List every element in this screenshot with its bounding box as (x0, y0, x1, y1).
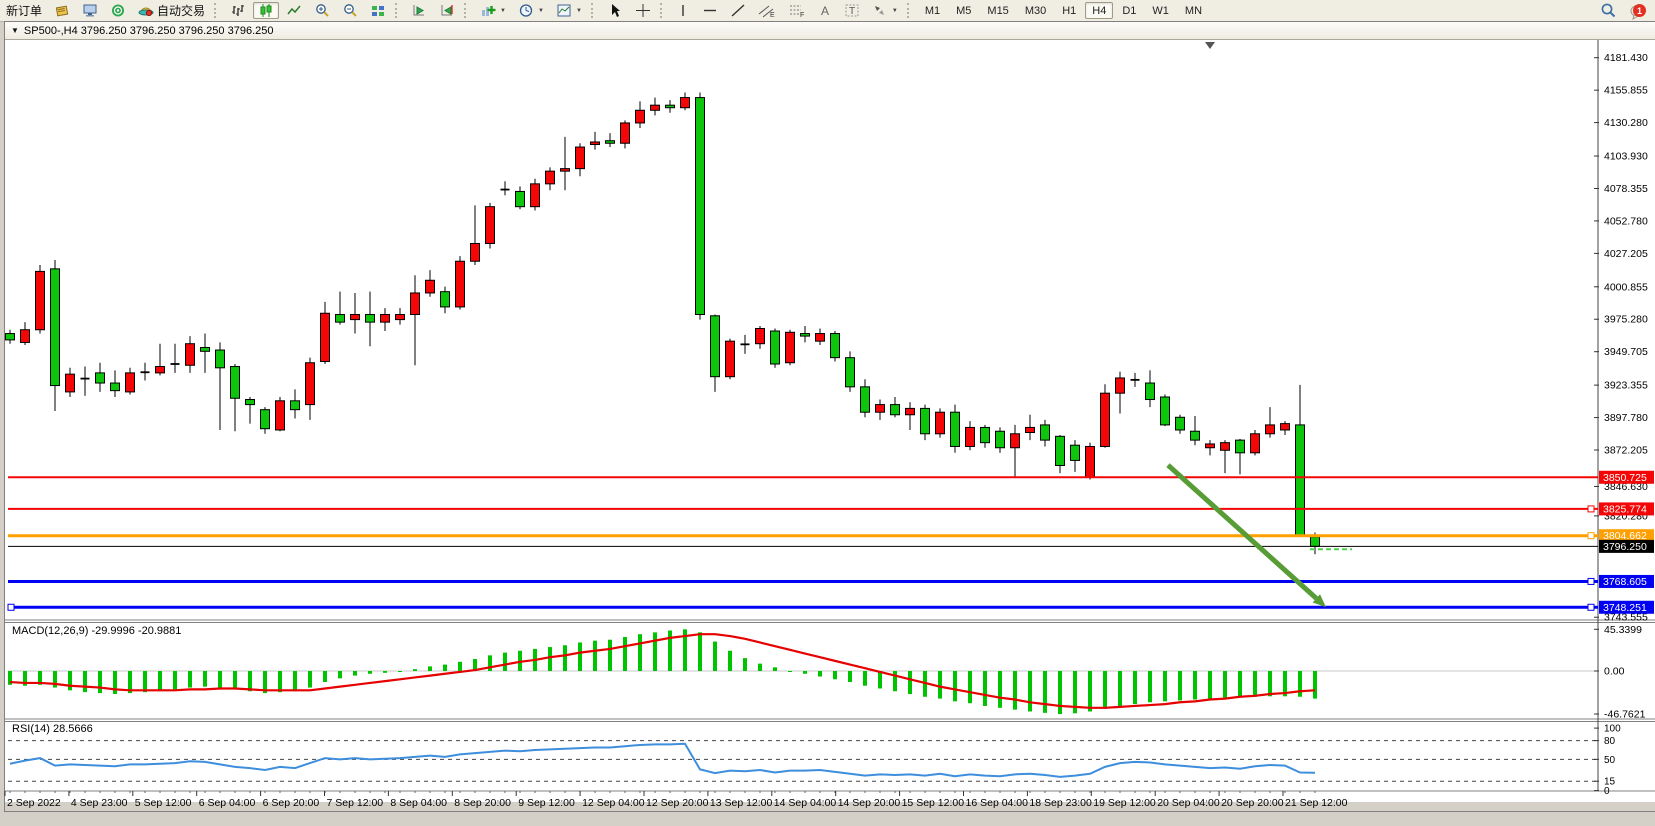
horizontal-line-button[interactable] (697, 2, 723, 19)
bar-chart-icon (230, 3, 246, 18)
template-chart-icon (556, 3, 572, 18)
timeframe-D1[interactable]: D1 (1115, 2, 1143, 19)
window-bottom-strip (5, 802, 1655, 811)
horizontal-line-icon (702, 3, 718, 18)
crosshair-button[interactable] (630, 2, 656, 19)
orders-icon-button[interactable] (49, 2, 75, 19)
chart-shift-icon (439, 3, 455, 18)
timeframe-MN[interactable]: MN (1178, 2, 1209, 19)
auto-trading-button[interactable]: 自动交易 (133, 2, 210, 19)
equidistant-channel-button[interactable]: E (753, 2, 781, 19)
cursor-button[interactable] (602, 2, 628, 19)
chevron-down-icon: ▼ (892, 8, 898, 14)
trendline-icon (730, 3, 746, 18)
candlestick-chart-button[interactable] (253, 2, 279, 19)
vertical-line-icon (676, 3, 690, 18)
timeframe-H1[interactable]: H1 (1055, 2, 1083, 19)
crosshair-icon (635, 3, 651, 18)
vertical-line-button[interactable] (671, 2, 695, 19)
chart-title: SP500-,H4 3796.250 3796.250 3796.250 379… (24, 25, 274, 37)
search-button[interactable] (1594, 2, 1622, 19)
chevron-down-icon: ▼ (576, 8, 582, 14)
collapse-triangle-icon[interactable]: ▼ (11, 26, 19, 35)
new-order-label: 新订单 (6, 2, 42, 19)
fibonacci-icon: F (788, 3, 806, 18)
zoom-in-button[interactable] (309, 2, 335, 19)
bar-chart-button[interactable] (225, 2, 251, 19)
expert-advisor-icon (138, 3, 154, 18)
timeframe-M30[interactable]: M30 (1018, 2, 1053, 19)
line-chart-icon (286, 3, 302, 18)
svg-text:F: F (800, 12, 804, 18)
tile-windows-icon (370, 3, 386, 18)
search-icon (1599, 2, 1617, 19)
toolbar-grip (660, 3, 667, 18)
svg-text:A: A (821, 4, 829, 18)
indicators-plus-icon (480, 3, 496, 18)
text-button[interactable]: A (813, 2, 837, 19)
zoom-out-icon (342, 3, 358, 18)
arrows-shapes-icon (872, 3, 888, 18)
auto-scroll-icon (411, 3, 427, 18)
text-a-icon: A (818, 3, 832, 18)
terminal-icon-button[interactable] (77, 2, 103, 19)
timeframe-M1[interactable]: M1 (918, 2, 947, 19)
trendline-button[interactable] (725, 2, 751, 19)
cursor-arrow-icon (607, 3, 623, 18)
candlestick-chart-icon (258, 3, 274, 18)
timeframe-W1[interactable]: W1 (1145, 2, 1176, 19)
chart-shift-button[interactable] (434, 2, 460, 19)
arrows-button[interactable]: ▼ (867, 2, 903, 19)
macd-indicator-label: MACD(12,26,9) -29.9996 -20.9881 (12, 625, 181, 637)
channel-icon: E (758, 3, 776, 18)
tile-windows-button[interactable] (365, 2, 391, 19)
terminal-icon (82, 3, 98, 18)
gold-notes-icon (54, 3, 70, 18)
main-toolbar: 新订单 自动交易 ▼ ▼ ▼ E F A T ▼ M1M5M15M30H1H4D… (0, 0, 1655, 22)
toolbar-grip (907, 3, 914, 18)
chevron-down-icon: ▼ (538, 8, 544, 14)
svg-text:E: E (770, 12, 775, 18)
notifications-button[interactable]: 1 (1624, 1, 1650, 20)
zoom-in-icon (314, 3, 330, 18)
text-label-button[interactable]: T (839, 2, 865, 19)
chevron-down-icon: ▼ (500, 8, 506, 14)
timeframe-M15[interactable]: M15 (980, 2, 1015, 19)
timeframe-group: M1M5M15M30H1H4D1W1MN (917, 2, 1210, 19)
rsi-indicator-label: RSI(14) 28.5666 (12, 723, 93, 735)
indicators-button[interactable]: ▼ (475, 2, 511, 19)
text-label-icon: T (844, 3, 860, 18)
templates-button[interactable]: ▼ (551, 2, 587, 19)
svg-text:T: T (849, 6, 855, 17)
timeframe-M5[interactable]: M5 (949, 2, 978, 19)
chart-window[interactable]: ▼ SP500-,H4 3796.250 3796.250 3796.250 3… (4, 21, 1655, 812)
timeframe-H4[interactable]: H4 (1085, 2, 1113, 19)
zoom-out-button[interactable] (337, 2, 363, 19)
chart-titlebar: ▼ SP500-,H4 3796.250 3796.250 3796.250 3… (5, 22, 1655, 40)
signals-icon-button[interactable] (105, 2, 131, 19)
fibonacci-button[interactable]: F (783, 2, 811, 19)
new-order-button[interactable]: 新订单 (1, 2, 47, 19)
clock-icon (518, 3, 534, 18)
toolbar-grip (214, 3, 221, 18)
line-chart-button[interactable] (281, 2, 307, 19)
toolbar-grip (464, 3, 471, 18)
toolbar-grip (395, 3, 402, 18)
radio-signal-icon (110, 3, 126, 18)
periods-button[interactable]: ▼ (513, 2, 549, 19)
notification-badge: 1 (1633, 4, 1646, 17)
toolbar-grip (591, 3, 598, 18)
auto-trading-label: 自动交易 (157, 2, 205, 19)
auto-scroll-button[interactable] (406, 2, 432, 19)
